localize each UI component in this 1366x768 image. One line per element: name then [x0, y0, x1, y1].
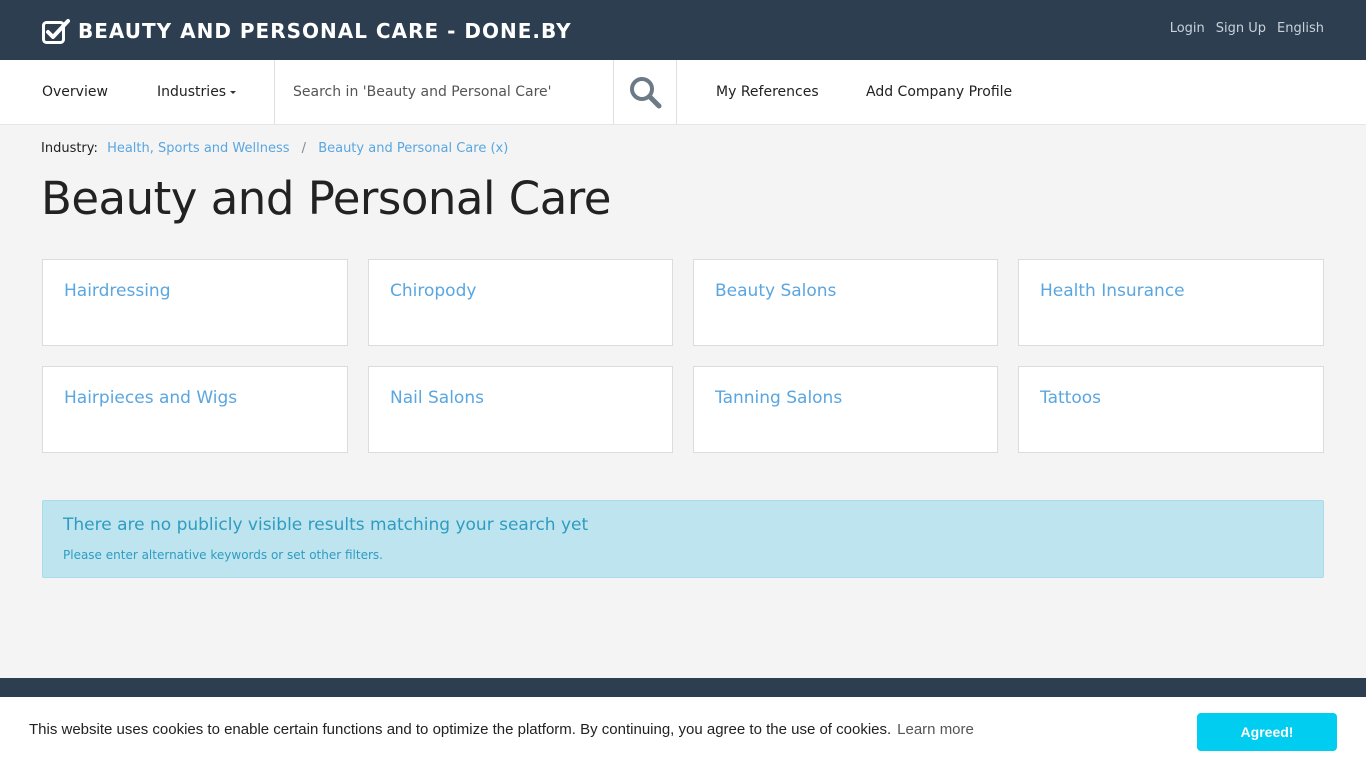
checkbox-check-icon: [42, 19, 70, 44]
category-card-nail-salons[interactable]: Nail Salons: [368, 366, 673, 453]
breadcrumb-item-beauty-personal-care[interactable]: Beauty and Personal Care (x): [318, 141, 508, 156]
brand-logo-link[interactable]: BEAUTY AND PERSONAL CARE - DONE.BY: [42, 17, 572, 45]
brand-title: BEAUTY AND PERSONAL CARE - DONE.BY: [78, 19, 572, 43]
language-link[interactable]: English: [1277, 21, 1324, 36]
category-card-hairpieces-wigs[interactable]: Hairpieces and Wigs: [42, 366, 348, 453]
cookie-agree-button[interactable]: Agreed!: [1197, 713, 1337, 751]
breadcrumb: Industry: Health, Sports and Wellness / …: [41, 141, 508, 156]
cookie-learn-more-link[interactable]: Learn more: [897, 721, 974, 738]
breadcrumb-item-health-sports-wellness[interactable]: Health, Sports and Wellness: [107, 141, 289, 156]
category-label: Tattoos: [1040, 388, 1101, 408]
breadcrumb-separator: /: [301, 141, 307, 156]
cookie-text: This website uses cookies to enable cert…: [29, 721, 892, 738]
category-label: Hairpieces and Wigs: [64, 388, 238, 408]
nav-my-references[interactable]: My References: [716, 60, 819, 124]
alert-title: There are no publicly visible results ma…: [63, 515, 589, 535]
page-title: Beauty and Personal Care: [41, 172, 612, 225]
category-card-tanning-salons[interactable]: Tanning Salons: [693, 366, 998, 453]
search-icon: [630, 77, 662, 109]
main-nav: Overview Industries My References Add Co…: [0, 60, 1366, 125]
alert-text: Please enter alternative keywords or set…: [63, 548, 383, 562]
nav-industries-dropdown[interactable]: Industries: [157, 60, 237, 124]
category-label: Hairdressing: [64, 281, 171, 301]
signup-link[interactable]: Sign Up: [1216, 21, 1266, 36]
category-card-chiropody[interactable]: Chiropody: [368, 259, 673, 346]
nav-industries-label: Industries: [157, 84, 227, 100]
category-label: Chiropody: [390, 281, 477, 301]
category-card-hairdressing[interactable]: Hairdressing: [42, 259, 348, 346]
caret-down-icon: [230, 90, 237, 94]
category-card-tattoos[interactable]: Tattoos: [1018, 366, 1324, 453]
cookie-message: This website uses cookies to enable cert…: [29, 721, 974, 738]
no-results-alert: There are no publicly visible results ma…: [42, 500, 1324, 578]
nav-overview[interactable]: Overview: [42, 60, 108, 124]
top-links: Login Sign Up English: [1170, 21, 1324, 36]
category-label: Nail Salons: [390, 388, 484, 408]
login-link[interactable]: Login: [1170, 21, 1205, 36]
breadcrumb-label: Industry:: [41, 141, 98, 156]
search-input[interactable]: [274, 60, 614, 124]
category-card-health-insurance[interactable]: Health Insurance: [1018, 259, 1324, 346]
top-bar: BEAUTY AND PERSONAL CARE - DONE.BY Login…: [0, 0, 1366, 60]
nav-add-company-profile[interactable]: Add Company Profile: [866, 60, 1012, 124]
cookie-banner: This website uses cookies to enable cert…: [0, 697, 1366, 768]
category-label: Tanning Salons: [715, 388, 843, 408]
search-button[interactable]: [614, 60, 677, 124]
category-card-beauty-salons[interactable]: Beauty Salons: [693, 259, 998, 346]
category-label: Health Insurance: [1040, 281, 1185, 301]
category-label: Beauty Salons: [715, 281, 837, 301]
